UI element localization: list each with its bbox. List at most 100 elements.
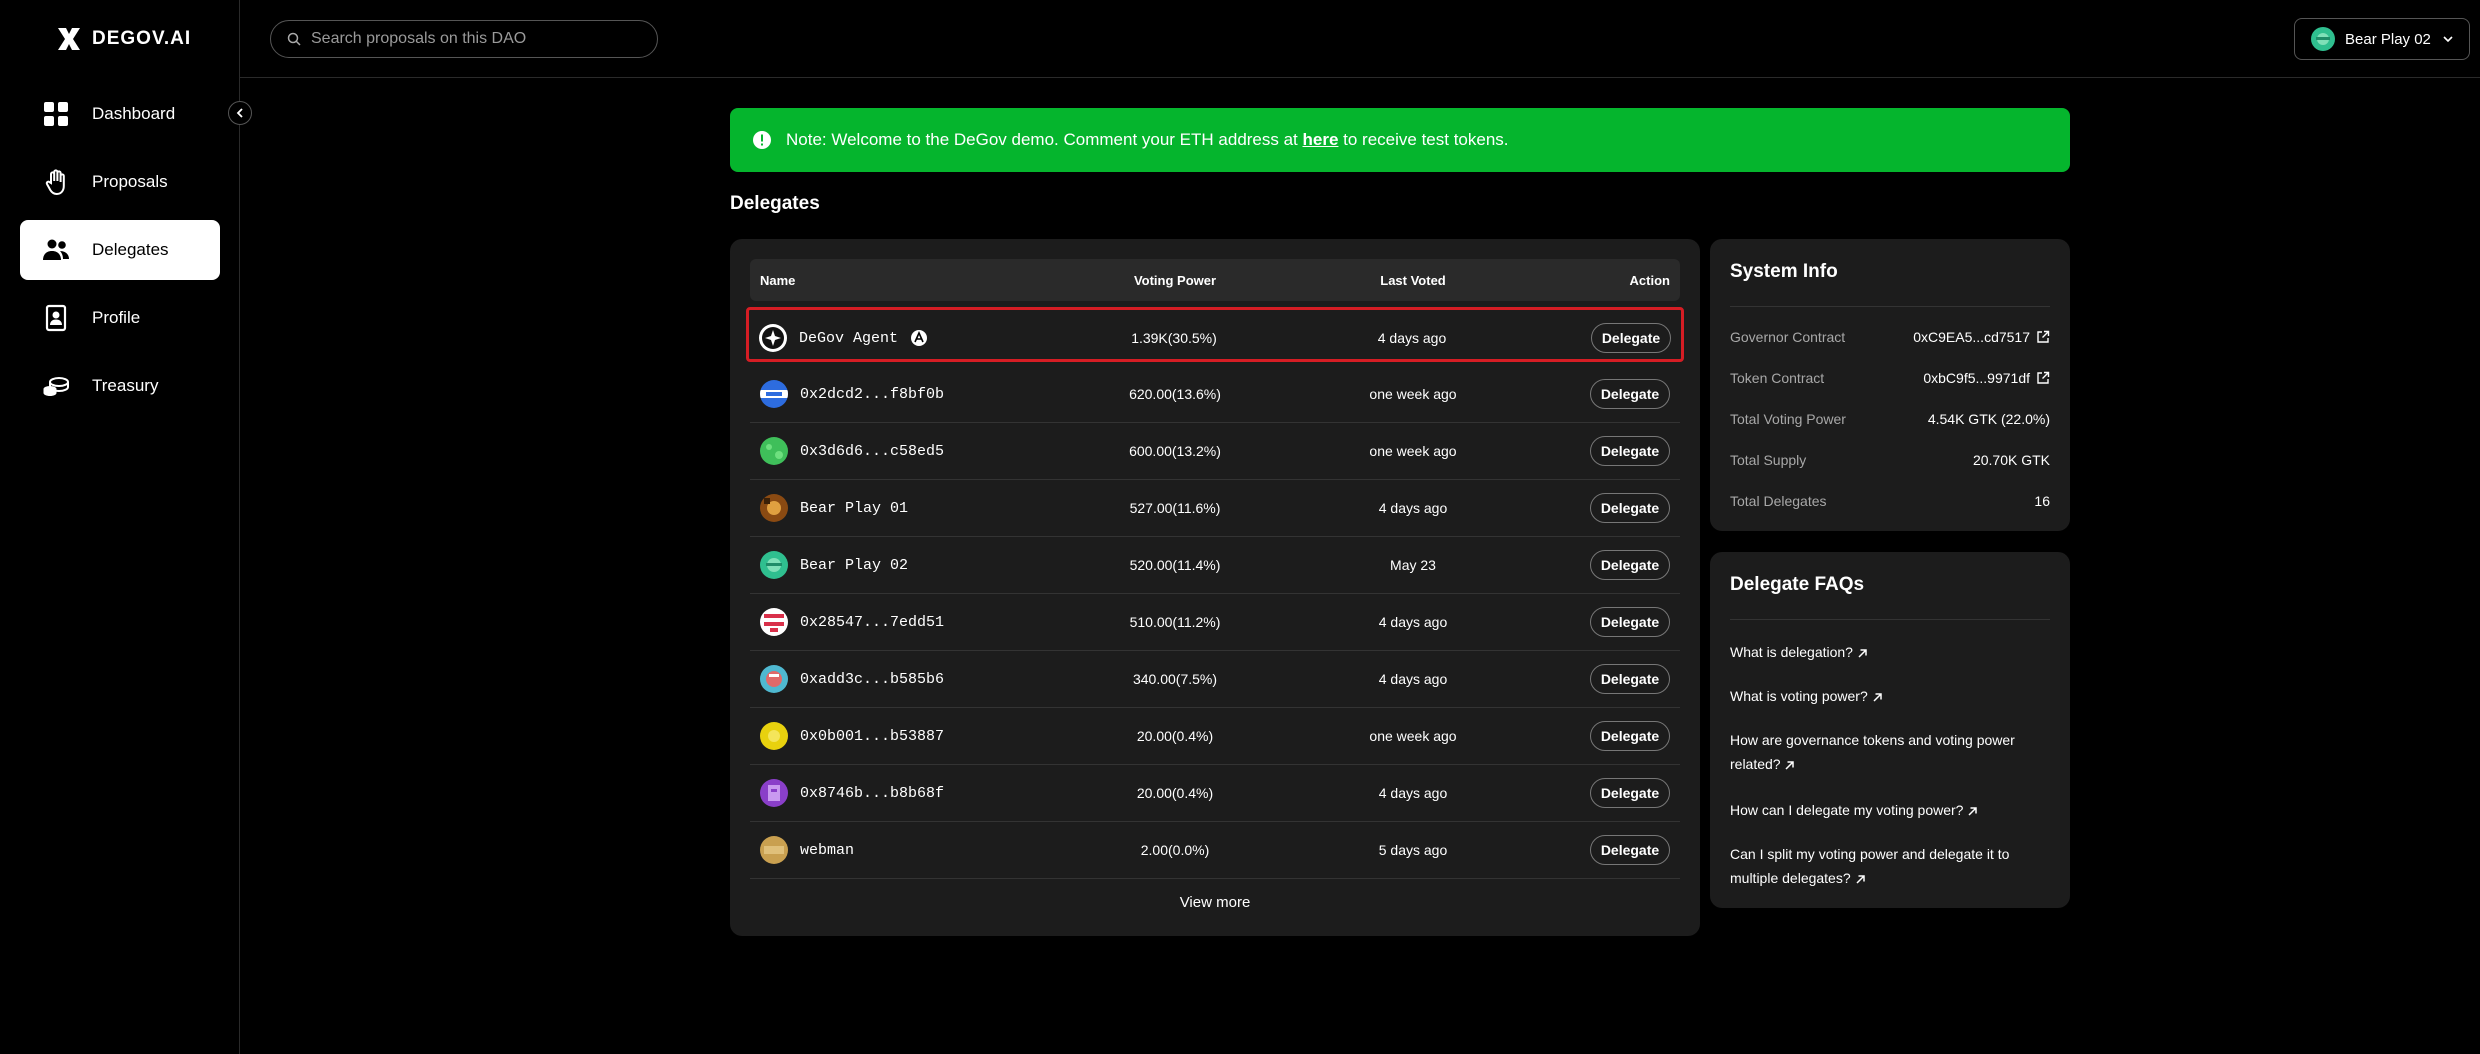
- delegate-name: webman: [800, 841, 855, 859]
- topbar: Bear Play 02: [240, 0, 2480, 78]
- search-box[interactable]: [270, 20, 658, 58]
- delegate-button[interactable]: Delegate: [1590, 436, 1670, 466]
- table-row[interactable]: DeGov Agent 1.39K(30.5%) 4 days ago Delegat…: [746, 307, 1684, 362]
- delegate-name-cell[interactable]: 0xadd3c...b585b6: [760, 665, 944, 693]
- info-value-text: 0xbC9f5...9971df: [1923, 370, 2030, 386]
- table-row[interactable]: 0x8746b...b8b68f 20.00(0.4%) 4 days ago Del…: [750, 765, 1680, 822]
- delegate-name-cell[interactable]: webman: [760, 836, 854, 864]
- faq-link[interactable]: Can I split my voting power and delegate…: [1730, 842, 2040, 890]
- faq-link[interactable]: What is delegation?: [1730, 640, 2040, 664]
- note-link[interactable]: here: [1303, 130, 1339, 149]
- table-row[interactable]: 0x3d6d6...c58ed5 600.00(13.2%) one week ag…: [750, 423, 1680, 480]
- delegate-button[interactable]: Delegate: [1590, 664, 1670, 694]
- table-row[interactable]: Bear Play 01 527.00(11.6%) 4 days ago Deleg…: [750, 480, 1680, 537]
- sidebar-item-treasury[interactable]: Treasury: [20, 356, 220, 416]
- avatar: [760, 665, 788, 693]
- chevron-left-icon: [236, 108, 243, 118]
- faq-link[interactable]: How are governance tokens and voting pow…: [1730, 728, 2040, 776]
- faqs-title: Delegate FAQs: [1730, 574, 1865, 595]
- table-row[interactable]: webman 2.00(0.0%) 5 days ago Delegate: [750, 822, 1680, 879]
- arrow-up-right-icon: [1856, 875, 1865, 884]
- delegate-name: DeGov Agent: [799, 329, 899, 347]
- avatar: [760, 437, 788, 465]
- faq-link[interactable]: How can I delegate my voting power?: [1730, 798, 2040, 822]
- delegate-button[interactable]: Delegate: [1590, 607, 1670, 637]
- arrow-up-right-icon: [1785, 761, 1795, 770]
- faq-text: Can I split my voting power and delegate…: [1730, 846, 2010, 886]
- hand-icon: [45, 169, 65, 196]
- last-voted: one week ago: [1369, 443, 1457, 459]
- table-row[interactable]: 0x0b001...b53887 20.00(0.4%) one week ago D…: [750, 708, 1680, 765]
- logo-text: DEGOV.AI: [92, 28, 192, 49]
- info-value-text: 16: [2034, 493, 2050, 509]
- info-label: Total Voting Power: [1730, 411, 1846, 427]
- delegate-name-cell[interactable]: 0x3d6d6...c58ed5: [760, 437, 944, 465]
- delegate-name: 0x3d6d6...c58ed5: [800, 442, 945, 460]
- faq-text: How are governance tokens and voting pow…: [1730, 732, 2015, 772]
- view-more-link[interactable]: View more: [730, 894, 1700, 911]
- avatar: [2311, 27, 2335, 51]
- sidebar-item-label: Proposals: [92, 172, 168, 191]
- delegate-name-cell[interactable]: 0x2dcd2...f8bf0b: [760, 380, 944, 408]
- delegate-button[interactable]: Delegate: [1590, 778, 1670, 808]
- alert-icon: [753, 131, 771, 149]
- arrow-up-right-icon: [1968, 807, 1978, 816]
- avatar: [760, 779, 788, 807]
- last-voted: 4 days ago: [1378, 671, 1448, 687]
- delegate-name-cell[interactable]: 0x8746b...b8b68f: [760, 779, 944, 807]
- delegate-name-cell[interactable]: Bear Play 02: [760, 551, 908, 579]
- delegate-button[interactable]: Delegate: [1590, 379, 1670, 409]
- delegate-button[interactable]: Delegate: [1591, 323, 1671, 353]
- external-link-icon[interactable]: [2036, 371, 2050, 385]
- search-input[interactable]: [311, 30, 641, 48]
- sidebar-item-profile[interactable]: Profile: [20, 288, 220, 348]
- info-value[interactable]: 0xC9EA5...cd7517: [1913, 329, 2050, 345]
- last-voted: May 23: [1390, 557, 1436, 573]
- delegate-name: 0x2dcd2...f8bf0b: [800, 385, 945, 403]
- table-row[interactable]: 0x28547...7edd51 510.00(11.2%) 4 days ago D…: [750, 594, 1680, 651]
- faq-text: How can I delegate my voting power?: [1730, 802, 1964, 818]
- users-icon: [43, 239, 69, 260]
- delegates-table: Name Voting Power Last Voted Action DeGo…: [730, 239, 1700, 936]
- sidebar-item-proposals[interactable]: Proposals: [20, 152, 220, 212]
- delegate-name-cell[interactable]: 0x28547...7edd51: [760, 608, 944, 636]
- faq-link[interactable]: What is voting power?: [1730, 684, 2040, 708]
- table-row[interactable]: 0xadd3c...b585b6 340.00(7.5%) 4 days ago De…: [750, 651, 1680, 708]
- table-row[interactable]: 0x2dcd2...f8bf0b 620.00(13.6%) one week ag…: [750, 366, 1680, 423]
- faq-text: What is voting power?: [1730, 688, 1868, 704]
- last-voted: 5 days ago: [1378, 842, 1448, 858]
- sidebar-item-label: Treasury: [92, 376, 159, 395]
- sidebar-nav: Dashboard Proposals Delegates Profile Tr…: [20, 84, 220, 424]
- delegate-button[interactable]: Delegate: [1590, 550, 1670, 580]
- sidebar-item-delegates[interactable]: Delegates: [20, 220, 220, 280]
- logo[interactable]: DEGOV.AI: [56, 26, 191, 52]
- external-link-icon[interactable]: [2036, 330, 2050, 344]
- sidebar-item-dashboard[interactable]: Dashboard: [20, 84, 220, 144]
- delegate-name-cell[interactable]: 0x0b001...b53887: [760, 722, 944, 750]
- note-text: Note: Welcome to the DeGov demo. Comment…: [786, 130, 1509, 150]
- delegate-name-cell[interactable]: Bear Play 01: [760, 494, 908, 522]
- voting-power: 340.00(7.5%): [1132, 671, 1218, 687]
- last-voted: 4 days ago: [1378, 785, 1448, 801]
- info-label: Total Supply: [1730, 452, 1807, 468]
- table-row[interactable]: Bear Play 02 520.00(11.4%) May 23 Delegate: [750, 537, 1680, 594]
- delegate-name: Bear Play 01: [800, 499, 909, 517]
- coins-icon: [43, 377, 69, 396]
- delegate-button[interactable]: Delegate: [1590, 721, 1670, 751]
- info-value[interactable]: 0xbC9f5...9971df: [1923, 370, 2050, 386]
- delegate-button[interactable]: Delegate: [1590, 493, 1670, 523]
- info-value-text: 0xC9EA5...cd7517: [1913, 329, 2030, 345]
- info-label: Total Delegates: [1730, 493, 1827, 509]
- voting-power: 600.00(13.2%): [1129, 443, 1221, 459]
- account-menu-button[interactable]: Bear Play 02: [2294, 18, 2470, 60]
- last-voted: 4 days ago: [1378, 614, 1448, 630]
- header-action: Action: [1629, 273, 1670, 288]
- delegate-name-cell[interactable]: DeGov Agent: [759, 324, 928, 352]
- table-header: Name Voting Power Last Voted Action: [750, 259, 1680, 301]
- collapse-sidebar-button[interactable]: [228, 101, 252, 125]
- avatar: [760, 551, 788, 579]
- delegate-button[interactable]: Delegate: [1590, 835, 1670, 865]
- divider: [1730, 619, 2050, 620]
- info-value: 20.70K GTK: [1973, 452, 2050, 468]
- last-voted: one week ago: [1369, 386, 1457, 402]
